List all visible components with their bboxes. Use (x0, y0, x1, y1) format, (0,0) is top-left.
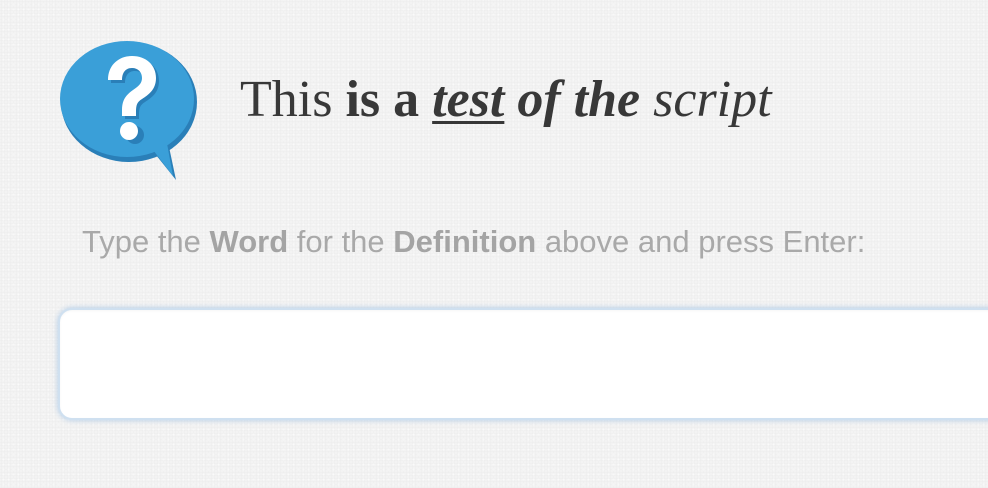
title-part-of-the: of the (517, 71, 641, 128)
instruction-suffix: above and press Enter: (536, 224, 866, 259)
answer-input[interactable] (58, 308, 988, 420)
instruction-word: Word (209, 224, 289, 259)
instruction-definition: Definition (393, 224, 537, 259)
title-part-is-a: is a (345, 71, 420, 128)
instruction-middle: for the (288, 224, 394, 259)
title-part-this: This (240, 71, 346, 128)
title-part-test: test (432, 71, 505, 128)
question-bubble-icon (56, 38, 202, 184)
instruction-text: Type the Word for the Definition above a… (82, 226, 865, 257)
title-part-script: script (653, 71, 772, 128)
page-title: This is a test of the script (240, 74, 772, 126)
instruction-prefix: Type the (82, 224, 210, 259)
